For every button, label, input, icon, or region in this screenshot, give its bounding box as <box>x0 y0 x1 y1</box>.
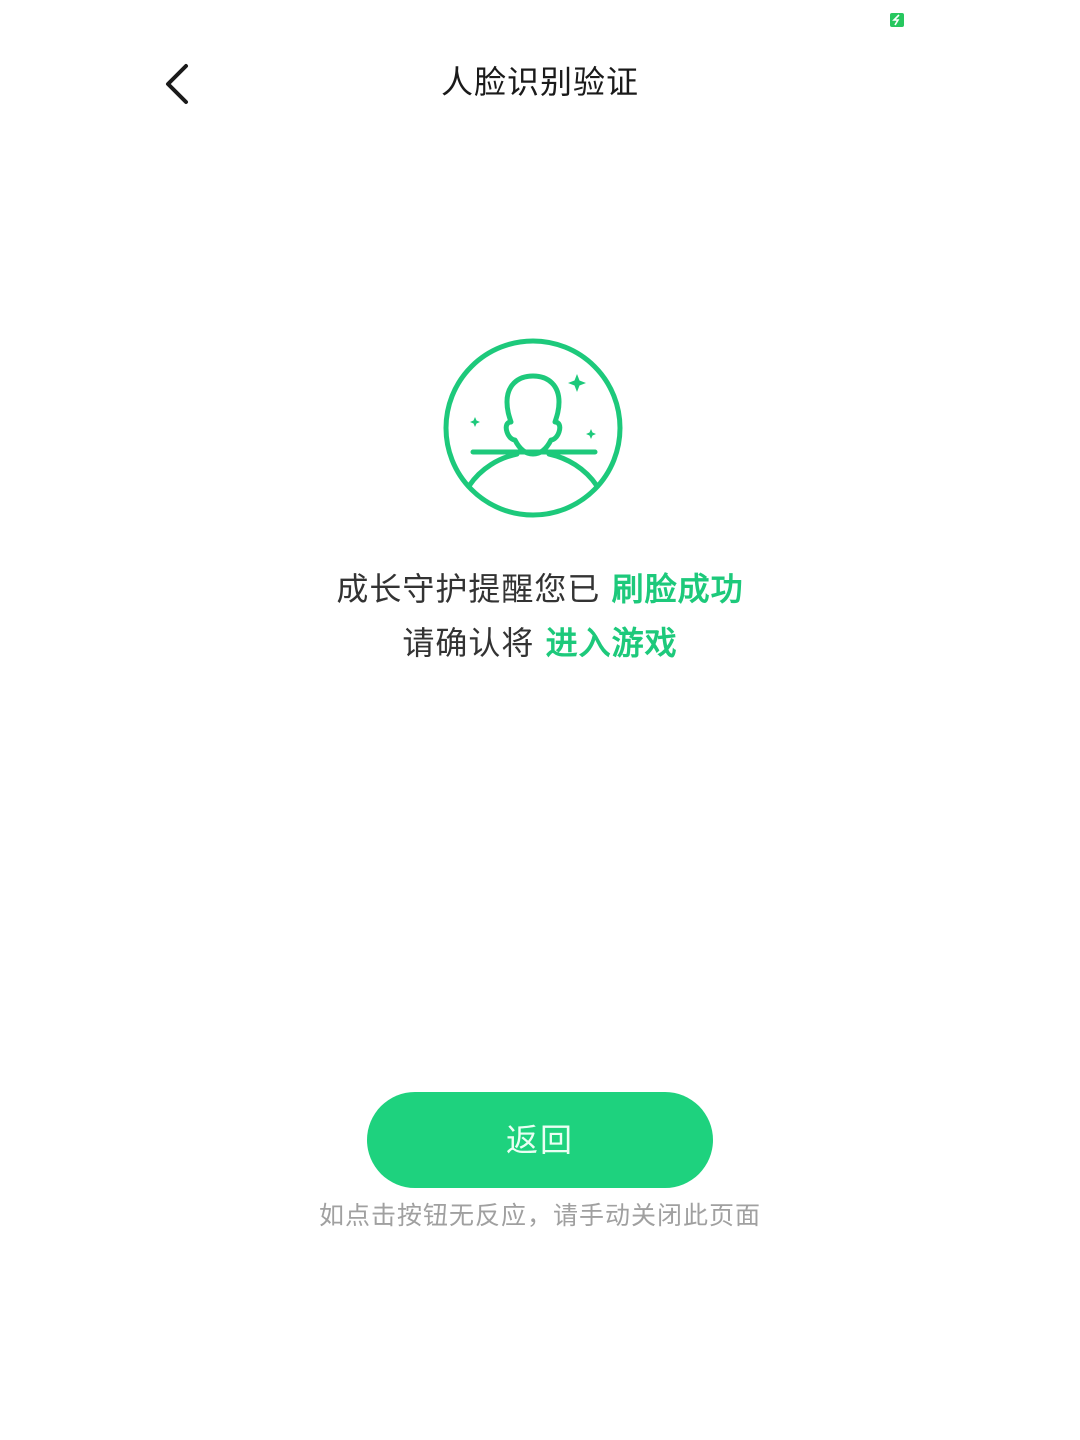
message-line-2-prefix: 请确认将 <box>402 624 535 662</box>
return-button[interactable]: 返回 <box>367 1092 713 1188</box>
manual-close-hint: 如点击按钮无反应，请手动关闭此页面 <box>318 1201 761 1230</box>
face-scan-icon <box>443 338 623 518</box>
message-line-1: 成长守护提醒您已 刷脸成功 <box>0 562 1080 616</box>
face-verification-page: 人脸识别验证 成长守护提醒您已 刷脸成功 请确认将 进入游戏 返回 如点击按钮无… <box>0 0 1080 1440</box>
face-success-highlight: 刷脸成功 <box>611 570 744 608</box>
app-header: 人脸识别验证 <box>0 40 1080 124</box>
message-line-1-prefix: 成长守护提醒您已 <box>336 570 601 608</box>
verification-message: 成长守护提醒您已 刷脸成功 请确认将 进入游戏 <box>0 562 1080 670</box>
message-line-2: 请确认将 进入游戏 <box>0 616 1080 670</box>
page-title: 人脸识别验证 <box>440 63 639 101</box>
enter-game-highlight: 进入游戏 <box>545 624 678 662</box>
battery-charging-icon <box>890 13 904 27</box>
